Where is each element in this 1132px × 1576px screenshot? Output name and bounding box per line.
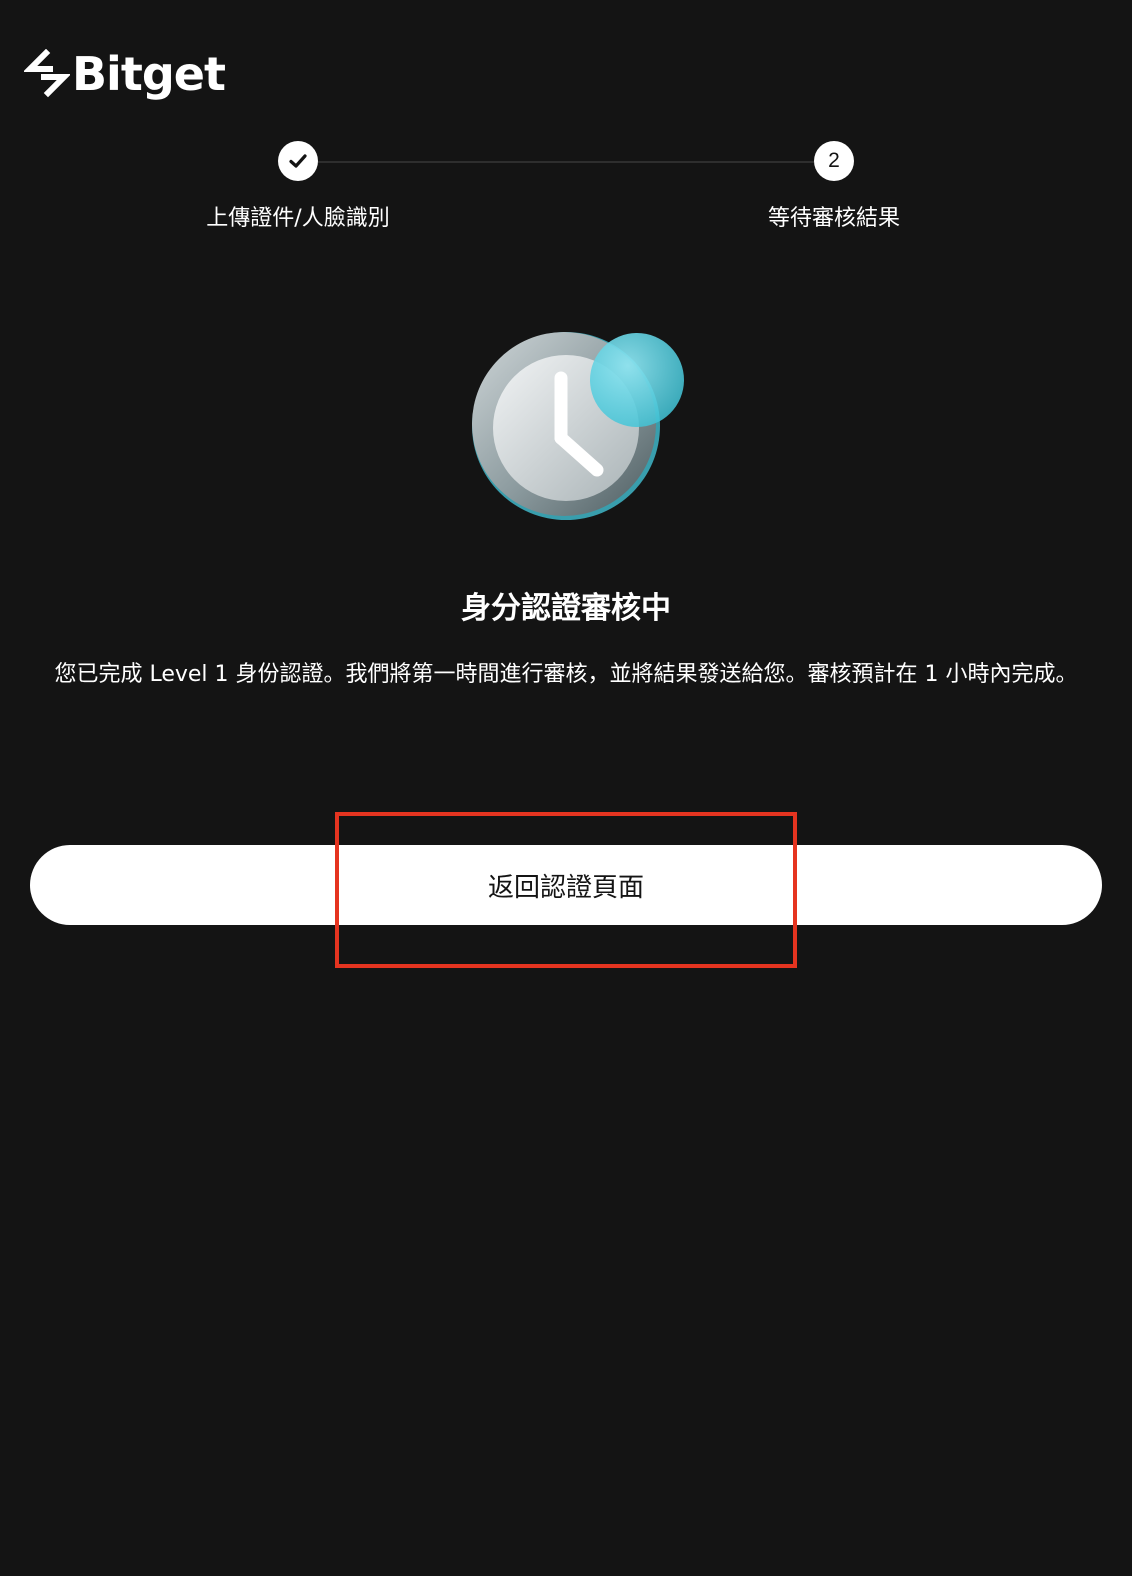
bitget-logo-icon	[24, 49, 70, 98]
step-1-label: 上傳證件/人臉識別	[206, 206, 390, 231]
page-title: 身分認證審核中	[461, 591, 671, 626]
step-1-complete-marker	[278, 141, 318, 181]
brand-logo: Bitget	[24, 42, 226, 106]
brand-name: Bitget	[72, 47, 226, 101]
back-to-verification-button[interactable]: 返回認證頁面	[30, 845, 1102, 925]
check-icon	[289, 154, 307, 168]
step-2-label: 等待審核結果	[767, 206, 901, 231]
status-description: 您已完成 Level 1 身份認證。我們將第一時間進行審核，並將結果發送給您。審…	[54, 662, 1078, 687]
step-2-number: 2	[814, 141, 854, 181]
clock-icon	[472, 332, 684, 520]
stepper-connector	[318, 161, 814, 163]
